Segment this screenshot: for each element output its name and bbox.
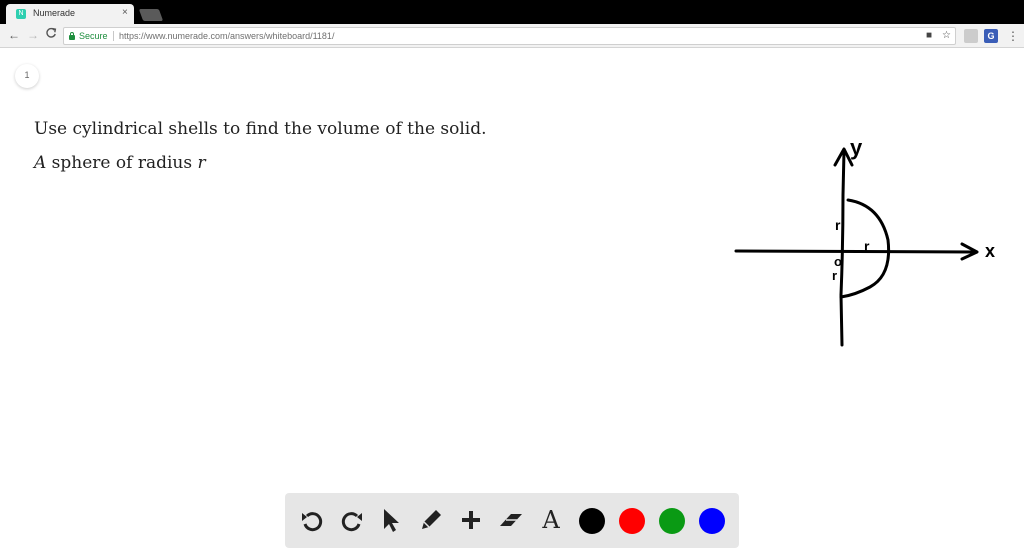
drawing-tool-palette: A bbox=[285, 493, 739, 548]
secure-label: Secure bbox=[79, 31, 108, 41]
question-radius-variable: r bbox=[197, 153, 206, 173]
question-line-1: Use cylindrical shells to find the volum… bbox=[34, 119, 487, 139]
tab-close-icon[interactable]: × bbox=[122, 7, 128, 19]
tab-bar: N Numerade × bbox=[0, 0, 1024, 24]
address-bar[interactable]: Secure https://www.numerade.com/answers/… bbox=[63, 27, 956, 45]
tab-title: Numerade bbox=[33, 8, 76, 18]
page-number: 1 bbox=[24, 70, 30, 80]
undo-icon[interactable] bbox=[297, 504, 327, 536]
eraser-icon[interactable] bbox=[496, 504, 526, 536]
radius-label-middle: r bbox=[864, 238, 870, 254]
origin-mark: o bbox=[834, 254, 842, 269]
color-swatch-blue[interactable] bbox=[699, 508, 725, 534]
address-separator bbox=[113, 31, 114, 41]
x-axis-line bbox=[734, 249, 978, 254]
question-text: sphere of radius bbox=[46, 153, 198, 173]
add-plus-icon[interactable] bbox=[456, 504, 486, 536]
url-text[interactable]: https://www.numerade.com/answers/whitebo… bbox=[119, 30, 334, 42]
lock-icon bbox=[69, 32, 75, 40]
text-tool-icon[interactable]: A bbox=[536, 504, 566, 536]
browser-menu-icon[interactable]: ⋮ bbox=[1007, 28, 1019, 44]
forward-arrow-icon[interactable]: → bbox=[27, 27, 39, 43]
reload-icon[interactable] bbox=[45, 27, 57, 43]
color-swatch-green[interactable] bbox=[659, 508, 685, 534]
color-swatch-black[interactable] bbox=[579, 508, 605, 534]
redo-icon[interactable] bbox=[337, 504, 367, 536]
numerade-favicon-icon: N bbox=[16, 9, 26, 19]
browser-toolbar: ← → Secure https://www.numerade.com/answ… bbox=[0, 24, 1024, 48]
new-tab-button[interactable] bbox=[138, 9, 164, 21]
camera-icon[interactable]: ■ bbox=[926, 30, 932, 42]
extension-icon[interactable] bbox=[964, 29, 978, 43]
question-variable-a: A bbox=[34, 153, 47, 173]
select-cursor-icon[interactable] bbox=[376, 504, 406, 536]
reload-glyph-icon bbox=[46, 27, 57, 38]
y-axis-line bbox=[839, 149, 846, 347]
question-line-2: A sphere of radius r bbox=[34, 153, 206, 173]
x-axis-label: x bbox=[985, 241, 995, 261]
pencil-icon[interactable] bbox=[416, 504, 446, 536]
bookmark-star-icon[interactable]: ☆ bbox=[942, 30, 951, 42]
page-number-badge[interactable]: 1 bbox=[15, 64, 39, 88]
browser-tab[interactable]: N Numerade × bbox=[6, 4, 134, 24]
back-arrow-icon[interactable]: ← bbox=[8, 27, 20, 43]
hand-drawn-sketch: y x r r r o bbox=[734, 135, 995, 347]
y-axis-label: y bbox=[850, 135, 863, 160]
radius-label-top: r bbox=[835, 217, 841, 233]
radius-label-bottom: r bbox=[832, 268, 837, 283]
color-swatch-red[interactable] bbox=[619, 508, 645, 534]
google-extension-icon[interactable]: G bbox=[984, 29, 998, 43]
